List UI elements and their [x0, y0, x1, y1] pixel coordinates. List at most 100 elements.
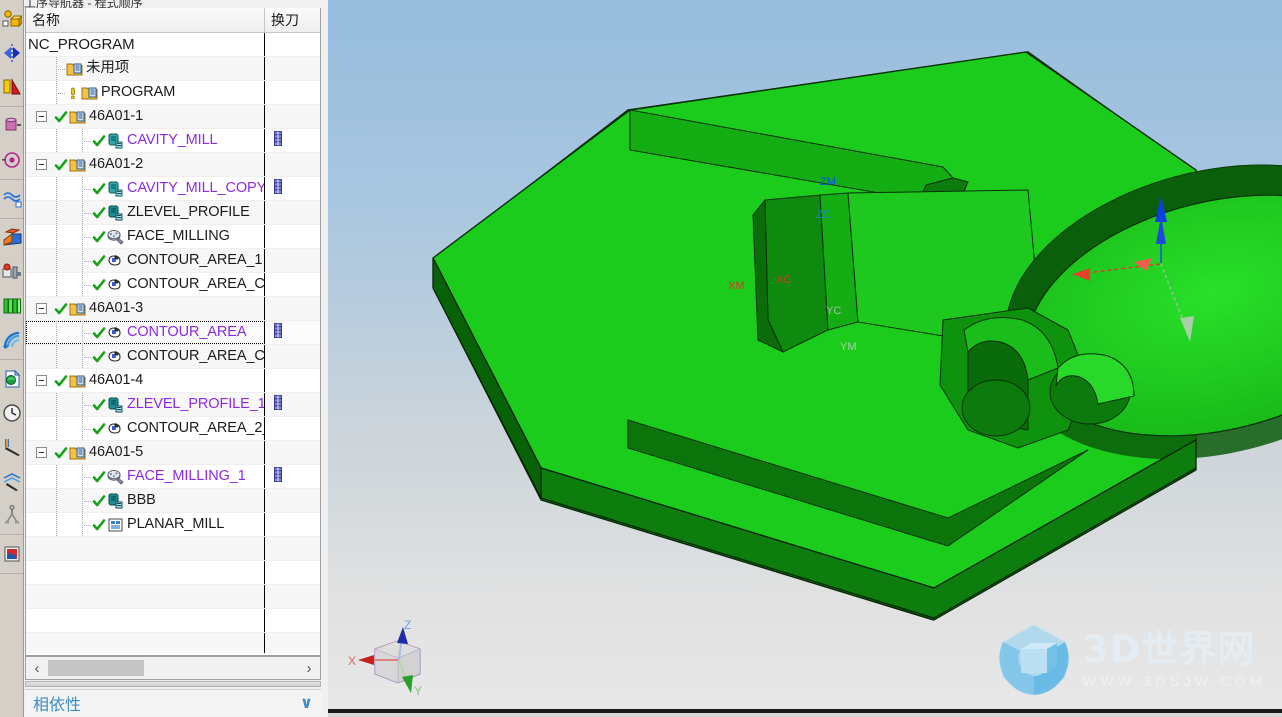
tree-row[interactable]: 46A01-1 — [26, 105, 320, 129]
collapse-expander-icon[interactable] — [36, 447, 47, 458]
tree-row-name-cell[interactable]: CONTOUR_AREA_1 — [26, 249, 265, 272]
column-header-name[interactable]: 名称 — [26, 8, 265, 32]
tree-row-name-cell[interactable]: CONTOUR_AREA_C... — [26, 345, 265, 368]
tree-row-tool-change-cell[interactable] — [265, 417, 320, 440]
tree-row-name-cell[interactable]: CONTOUR_AREA — [26, 321, 265, 344]
tree-row-name-cell[interactable]: CAVITY_MILL_COPY — [26, 177, 265, 200]
tree-row[interactable]: PLANAR_MILL — [26, 513, 320, 537]
tree-row-tool-change-cell[interactable] — [265, 273, 320, 296]
scroll-right-arrow-icon[interactable]: › — [298, 657, 320, 679]
tree-row-tool-change-cell[interactable] — [265, 489, 320, 512]
tree-row-name-cell[interactable]: 46A01-3 — [26, 297, 265, 320]
tool-assembly-icon[interactable] — [1, 255, 23, 289]
tree-row[interactable] — [26, 537, 320, 561]
tree-row[interactable]: CONTOUR_AREA — [26, 321, 320, 345]
tree-row[interactable]: CAVITY_MILL_COPY — [26, 177, 320, 201]
tree-row-tool-change-cell[interactable] — [265, 345, 320, 368]
tree-row[interactable]: NC_PROGRAM — [26, 33, 320, 57]
orientation-triad[interactable]: X Z Y — [342, 619, 452, 695]
tree-row-name-cell[interactable]: FACE_MILLING — [26, 225, 265, 248]
tree-row-name-cell[interactable]: 未用项 — [26, 57, 265, 80]
tree-row-name-cell[interactable]: ZLEVEL_PROFILE_1 — [26, 393, 265, 416]
tree-row[interactable]: CAVITY_MILL — [26, 129, 320, 153]
tree-row-tool-change-cell[interactable] — [265, 609, 320, 632]
column-header-tool-change[interactable]: 换刀 — [265, 8, 320, 32]
collapse-expander-icon[interactable] — [36, 303, 47, 314]
tree-row[interactable]: ZLEVEL_PROFILE_1 — [26, 393, 320, 417]
collapse-expander-icon[interactable] — [36, 375, 47, 386]
tree-row[interactable]: 46A01-5 — [26, 441, 320, 465]
dependencies-section-header[interactable]: 相依性 ∨ — [25, 689, 321, 716]
tree-row-name-cell[interactable] — [26, 561, 265, 584]
tree-row-name-cell[interactable] — [26, 585, 265, 608]
tree-row-name-cell[interactable]: FACE_MILLING_1 — [26, 465, 265, 488]
tree-row-tool-change-cell[interactable] — [265, 57, 320, 80]
tree-row-tool-change-cell[interactable] — [265, 441, 320, 464]
tree-row-tool-change-cell[interactable] — [265, 585, 320, 608]
tree-row[interactable]: 46A01-4 — [26, 369, 320, 393]
checkmark-icon[interactable] — [92, 230, 106, 244]
tree-row-tool-change-cell[interactable] — [265, 249, 320, 272]
checkmark-icon[interactable] — [54, 374, 68, 388]
checkmark-icon[interactable] — [54, 302, 68, 316]
tree-row-tool-change-cell[interactable] — [265, 465, 320, 488]
warning-icon[interactable] — [66, 86, 80, 100]
checkmark-icon[interactable] — [92, 206, 106, 220]
checkmark-icon[interactable] — [92, 134, 106, 148]
checkmark-icon[interactable] — [92, 326, 106, 340]
machine-tool-icon[interactable] — [1, 221, 23, 255]
tree-row-tool-change-cell[interactable] — [265, 177, 320, 200]
tree-row-name-cell[interactable]: 46A01-5 — [26, 441, 265, 464]
mirror-icon[interactable] — [1, 36, 23, 70]
tree-row-tool-change-cell[interactable] — [265, 321, 320, 344]
tree-row-name-cell[interactable]: ZLEVEL_PROFILE — [26, 201, 265, 224]
graphics-viewport[interactable]: ZM ZC XC XM YC YM X Z Y 3D世界网 WWW.3DSJW.… — [328, 0, 1282, 713]
tree-row-name-cell[interactable] — [26, 537, 265, 560]
panel-splitter[interactable] — [25, 681, 321, 687]
tree-horizontal-scrollbar[interactable]: ‹ › — [25, 656, 321, 680]
tree-row[interactable]: BBB — [26, 489, 320, 513]
tree-row-name-cell[interactable] — [26, 633, 265, 653]
tree-row-tool-change-cell[interactable] — [265, 33, 320, 56]
checkmark-icon[interactable] — [92, 182, 106, 196]
measure-icon[interactable] — [1, 498, 23, 532]
tree-row[interactable]: CONTOUR_AREA_1 — [26, 249, 320, 273]
tree-row[interactable]: CONTOUR_AREA_C... — [26, 273, 320, 297]
tree-row-name-cell[interactable]: CAVITY_MILL — [26, 129, 265, 152]
collapse-expander-icon[interactable] — [36, 111, 47, 122]
tree-row-name-cell[interactable]: CONTOUR_AREA_2_... — [26, 417, 265, 440]
tree-row-tool-change-cell[interactable] — [265, 81, 320, 104]
scroll-left-arrow-icon[interactable]: ‹ — [26, 657, 48, 679]
tree-row-tool-change-cell[interactable] — [265, 537, 320, 560]
checkmark-icon[interactable] — [92, 422, 106, 436]
tree-row-name-cell[interactable]: 46A01-4 — [26, 369, 265, 392]
tree-row-name-cell[interactable]: 46A01-2 — [26, 153, 265, 176]
wand-icon[interactable] — [1, 430, 23, 464]
tree-row[interactable] — [26, 633, 320, 653]
clock-icon[interactable] — [1, 396, 23, 430]
tree-row[interactable] — [26, 585, 320, 609]
checkmark-icon[interactable] — [54, 446, 68, 460]
cylinder-feature-icon[interactable] — [1, 70, 23, 104]
post-process-icon[interactable] — [1, 362, 23, 396]
tree-row-name-cell[interactable]: CONTOUR_AREA_C... — [26, 273, 265, 296]
collapse-expander-icon[interactable] — [36, 159, 47, 170]
tree-row-tool-change-cell[interactable] — [265, 393, 320, 416]
tree-row-tool-change-cell[interactable] — [265, 633, 320, 653]
tree-row-name-cell[interactable]: PROGRAM — [26, 81, 265, 104]
checkmark-icon[interactable] — [92, 398, 106, 412]
tree-row[interactable]: 46A01-2 — [26, 153, 320, 177]
checkmark-icon[interactable] — [92, 350, 106, 364]
create-geometry-icon[interactable] — [1, 2, 23, 36]
tree-row-tool-change-cell[interactable] — [265, 513, 320, 536]
tree-row-name-cell[interactable]: NC_PROGRAM — [26, 33, 265, 56]
tree-row-tool-change-cell[interactable] — [265, 129, 320, 152]
tree-row-tool-change-cell[interactable] — [265, 369, 320, 392]
simulate-icon[interactable] — [1, 323, 23, 357]
target-point-icon[interactable] — [1, 143, 23, 177]
tree-row[interactable]: PROGRAM — [26, 81, 320, 105]
tree-row[interactable] — [26, 609, 320, 633]
tree-row[interactable]: ZLEVEL_PROFILE — [26, 201, 320, 225]
tree-row[interactable]: FACE_MILLING — [26, 225, 320, 249]
checkmark-icon[interactable] — [92, 254, 106, 268]
